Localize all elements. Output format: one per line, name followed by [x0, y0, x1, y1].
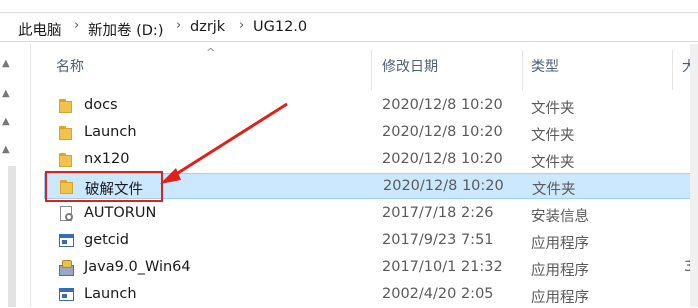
- annotation-arrow-icon: [160, 102, 288, 184]
- vertical-scrollbar[interactable]: [690, 44, 698, 307]
